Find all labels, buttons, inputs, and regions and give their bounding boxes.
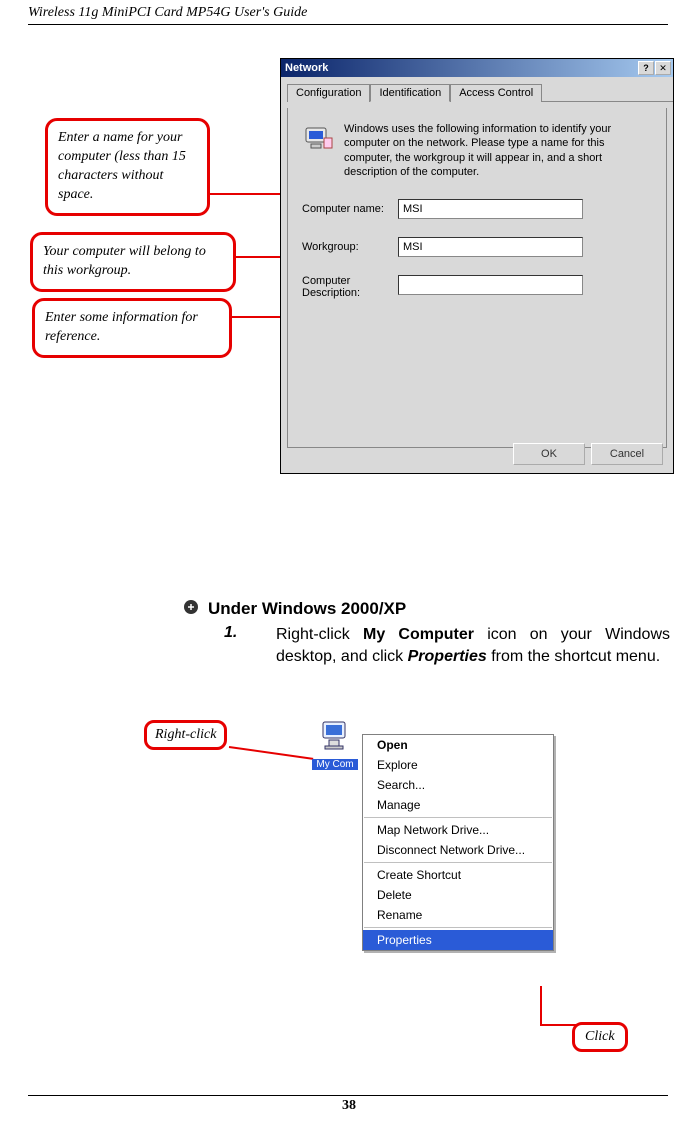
computer-info-icon (302, 122, 334, 154)
menu-create-shortcut[interactable]: Create Shortcut (363, 865, 553, 885)
menu-separator-1 (364, 817, 552, 818)
tab-identification[interactable]: Identification (370, 84, 450, 102)
callout-click: Click (572, 1022, 628, 1052)
description-row: Computer Description: (302, 275, 652, 299)
step-number: 1. (224, 624, 237, 642)
menu-separator-3 (364, 927, 552, 928)
connector-rc (229, 746, 313, 760)
footer-divider (28, 1095, 668, 1096)
my-computer-label: My Com (312, 759, 357, 770)
connector-click-h (540, 1024, 576, 1026)
dialog-action-buttons: OK Cancel (513, 443, 663, 465)
description-input[interactable] (398, 275, 583, 295)
dialog-window-buttons: ? ✕ (638, 61, 671, 75)
menu-properties[interactable]: Properties (363, 930, 553, 950)
page-header-title: Wireless 11g MiniPCI Card MP54G User's G… (28, 5, 307, 21)
my-computer-icon[interactable]: My Com (312, 718, 358, 772)
tab-configuration[interactable]: Configuration (287, 84, 370, 102)
callout-workgroup: Your computer will belong to this workgr… (30, 232, 236, 292)
workgroup-label: Workgroup: (302, 241, 398, 253)
ok-button[interactable]: OK (513, 443, 585, 465)
dialog-tabs: Configuration Identification Access Cont… (287, 83, 673, 102)
connector-click-v (540, 986, 542, 1024)
menu-rename[interactable]: Rename (363, 905, 553, 925)
description-label: Computer Description: (302, 275, 398, 299)
menu-search[interactable]: Search... (363, 775, 553, 795)
menu-manage[interactable]: Manage (363, 795, 553, 815)
tab-access-control[interactable]: Access Control (450, 84, 542, 102)
network-dialog: Network ? ✕ Configuration Identification… (280, 58, 674, 474)
help-button[interactable]: ? (638, 61, 654, 75)
dialog-title: Network (283, 62, 328, 74)
callout-right-click: Right-click (144, 720, 227, 750)
computer-name-label: Computer name: (302, 203, 398, 215)
context-menu: Open Explore Search... Manage Map Networ… (362, 734, 554, 951)
header-divider (28, 24, 668, 25)
step-text: Right-click My Computer icon on your Win… (276, 624, 670, 667)
info-text: Windows uses the following information t… (344, 122, 652, 179)
callout-computer-name: Enter a name for your computer (less tha… (45, 118, 210, 216)
computer-name-row: Computer name: (302, 199, 652, 219)
section-title: Under Windows 2000/XP (208, 599, 406, 619)
menu-delete[interactable]: Delete (363, 885, 553, 905)
callout-description: Enter some information for reference. (32, 298, 232, 358)
close-button[interactable]: ✕ (655, 61, 671, 75)
bullet-icon (184, 600, 198, 614)
tab-content: Windows uses the following information t… (287, 108, 667, 448)
menu-open[interactable]: Open (363, 735, 553, 755)
menu-explore[interactable]: Explore (363, 755, 553, 775)
cancel-button[interactable]: Cancel (591, 443, 663, 465)
dialog-titlebar: Network ? ✕ (281, 59, 673, 77)
page-number: 38 (0, 1098, 698, 1114)
workgroup-input[interactable] (398, 237, 583, 257)
menu-disconnect-drive[interactable]: Disconnect Network Drive... (363, 840, 553, 860)
menu-separator-2 (364, 862, 552, 863)
menu-map-drive[interactable]: Map Network Drive... (363, 820, 553, 840)
workgroup-row: Workgroup: (302, 237, 652, 257)
info-row: Windows uses the following information t… (302, 122, 652, 179)
computer-name-input[interactable] (398, 199, 583, 219)
